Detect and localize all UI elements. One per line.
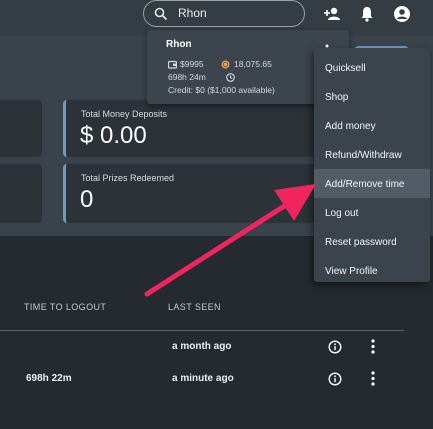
popup-time: 698h 24m [168, 72, 206, 82]
bell-icon[interactable] [358, 5, 376, 23]
clock-icon [226, 73, 235, 82]
row-2-last-seen: a minute ago [172, 373, 234, 384]
search-icon [154, 7, 168, 21]
stat-card-left-1 [0, 100, 42, 157]
menu-item-reset-password[interactable]: Reset password [314, 227, 430, 256]
money-deposits-value: $ 0.00 [80, 122, 147, 149]
coin-icon [221, 60, 230, 69]
menu-item-add-remove-time[interactable]: Add/Remove time [314, 169, 430, 198]
info-icon[interactable] [328, 340, 342, 354]
menu-item-view-profile[interactable]: View Profile [314, 256, 430, 285]
money-deposits-label: Total Money Deposits [81, 109, 168, 119]
row-1-last-seen: a month ago [172, 341, 232, 352]
search-box[interactable]: Rhon [143, 0, 305, 27]
user-actions-menu: Quicksell Shop Add money Refund/Withdraw… [314, 48, 430, 282]
popup-user-name: Rhon [166, 39, 192, 50]
column-header-last-seen[interactable]: LAST SEEN [168, 302, 221, 312]
menu-item-shop[interactable]: Shop [314, 82, 430, 111]
wallet-icon [168, 60, 177, 69]
row-2-time-to-logout: 698h 22m [26, 373, 72, 384]
row-actions-kebab-icon[interactable] [370, 371, 376, 386]
prizes-redeemed-value: 0 [80, 186, 94, 213]
popup-points: 18,075.65 [234, 59, 272, 69]
account-circle-icon[interactable] [393, 5, 411, 23]
menu-item-log-out[interactable]: Log out [314, 198, 430, 227]
menu-item-refund-withdraw[interactable]: Refund/Withdraw [314, 140, 430, 169]
prizes-redeemed-label: Total Prizes Redeemed [81, 173, 175, 183]
search-input[interactable]: Rhon [178, 6, 207, 20]
menu-item-add-money[interactable]: Add money [314, 111, 430, 140]
row-actions-kebab-icon[interactable] [370, 339, 376, 354]
popup-balance: $9995 [180, 59, 204, 69]
column-header-time-to-logout[interactable]: TIME TO LOGOUT [24, 302, 106, 312]
stat-card-left-2 [0, 164, 42, 223]
header-divider [0, 330, 404, 331]
info-icon[interactable] [328, 372, 342, 386]
popup-credit: Credit: $0 ($1,000 available) [168, 85, 275, 95]
menu-item-quicksell[interactable]: Quicksell [314, 53, 430, 82]
add-user-icon[interactable] [323, 5, 341, 23]
money-deposits-card: Total Money Deposits $ 0.00 [63, 100, 321, 157]
prizes-redeemed-card: Total Prizes Redeemed 0 [63, 164, 321, 223]
